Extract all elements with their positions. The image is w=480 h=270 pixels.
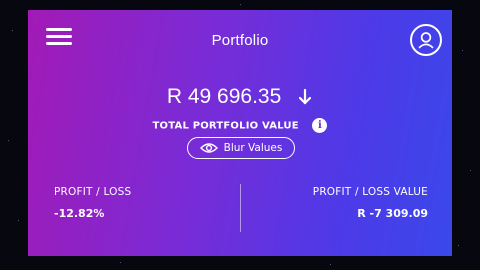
blur-values-button[interactable]: Blur Values	[187, 137, 295, 159]
profit-loss-percent: -12.82%	[54, 207, 105, 220]
profit-loss-value-label: PROFIT / LOSS VALUE	[312, 186, 428, 198]
user-profile-icon[interactable]	[410, 24, 442, 56]
total-portfolio-value-label: TOTAL PORTFOLIO VALUE i	[28, 118, 452, 133]
page-title: Portfolio	[211, 32, 269, 49]
profit-loss-value-amount: R -7 309.09	[357, 207, 428, 220]
blur-values-label: Blur Values	[223, 142, 283, 154]
total-portfolio-value-text: TOTAL PORTFOLIO VALUE	[152, 120, 299, 132]
portfolio-value-row: R 49 696.35	[28, 85, 452, 109]
info-icon[interactable]: i	[312, 118, 328, 133]
stats-divider	[240, 184, 241, 232]
profit-loss-label: PROFIT / LOSS	[54, 186, 132, 198]
arrow-down-icon	[299, 89, 312, 106]
portfolio-card: Portfolio R 49 696.35 TOTAL PORTFOLIO VA…	[28, 10, 452, 256]
portfolio-value: R 49 696.35	[166, 85, 282, 108]
eye-icon	[199, 143, 218, 153]
